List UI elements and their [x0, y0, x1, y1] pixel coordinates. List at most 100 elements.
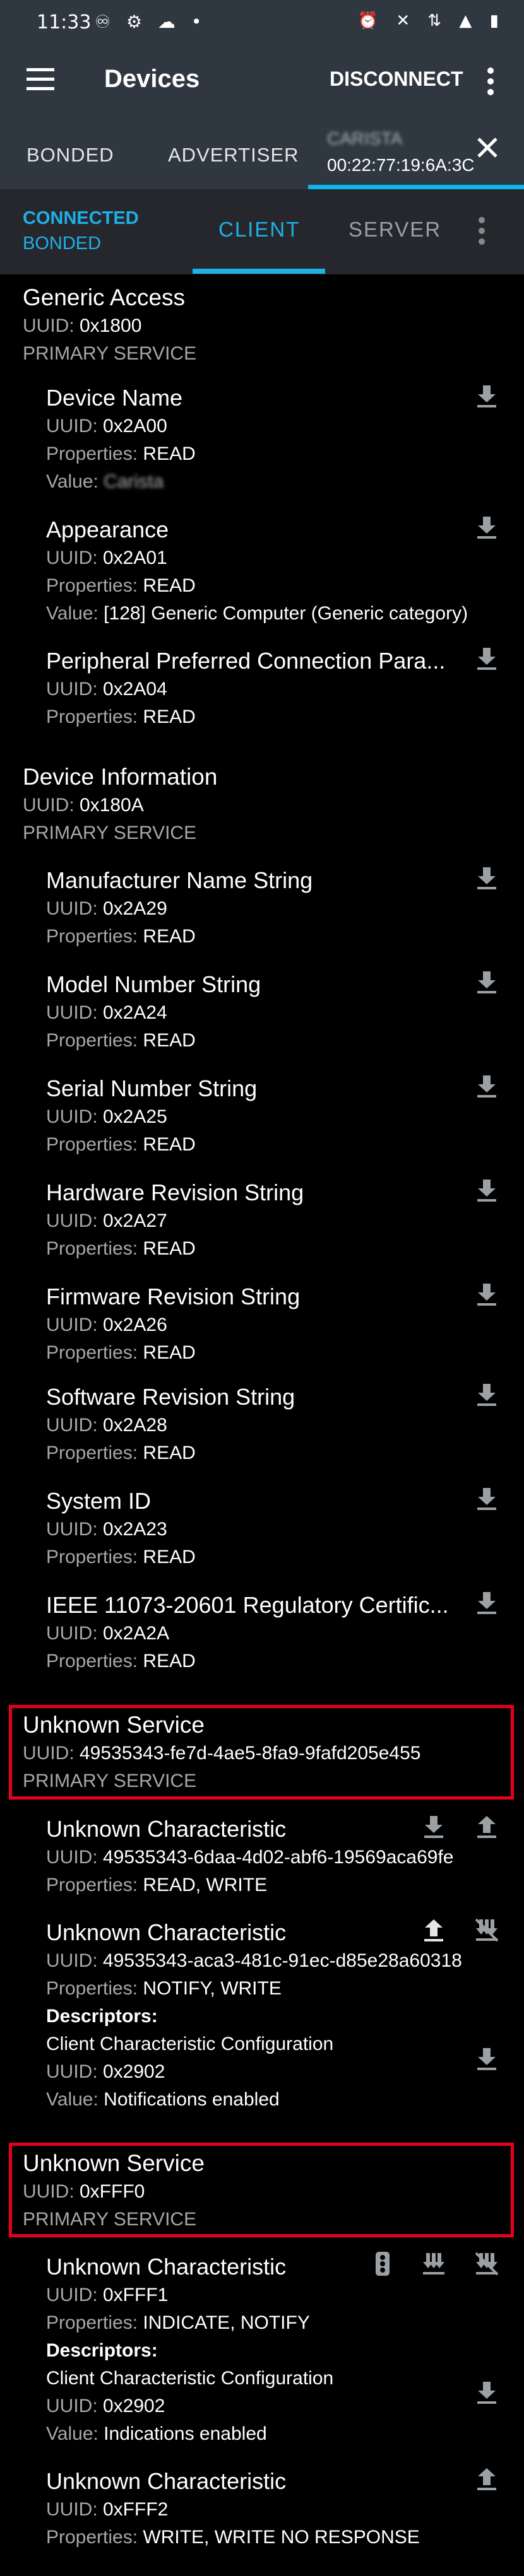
- descriptor-read-icon[interactable]: [472, 2378, 501, 2407]
- characteristic-ieee-regulatory[interactable]: IEEE 11073-20601 Regulatory Certific... …: [46, 1591, 501, 1675]
- read-download-icon[interactable]: [472, 864, 501, 893]
- read-download-icon[interactable]: [472, 1484, 501, 1513]
- characteristic-uuid: UUID: 0xFFF1: [46, 2285, 169, 2305]
- read-download-icon[interactable]: [472, 1176, 501, 1205]
- service-unknown-49535343[interactable]: Unknown Service UUID: 49535343-fe7d-4ae5…: [23, 1711, 420, 1795]
- descriptor-uuid: UUID: 0x2902: [46, 2061, 165, 2082]
- device-mac-label: 00:22:77:19:6A:3C: [327, 155, 475, 175]
- service-device-information[interactable]: Device Information UUID: 0x180A PRIMARY …: [23, 763, 217, 847]
- characteristic-properties: Properties: READ: [46, 443, 196, 464]
- subtab-overflow-icon[interactable]: [479, 217, 485, 249]
- read-download-icon[interactable]: [472, 382, 501, 411]
- descriptors-heading: Descriptors:: [46, 2006, 158, 2027]
- tab-connected-device[interactable]: CARISTA 00:22:77:19:6A:3C: [308, 122, 475, 183]
- read-download-icon[interactable]: [472, 1588, 501, 1617]
- tab-bonded[interactable]: BONDED: [27, 144, 114, 167]
- characteristic-properties: Properties: READ: [46, 1238, 196, 1259]
- system-status-icons: ⏰ ✕ ⇅ ▲ ▮: [357, 11, 505, 30]
- characteristic-firmware-revision[interactable]: Firmware Revision String UUID: 0x2A26 Pr…: [46, 1282, 501, 1367]
- characteristic-name: Hardware Revision String: [46, 1180, 304, 1205]
- service-uuid: UUID: 0xFFF0: [23, 2181, 145, 2202]
- read-download-icon[interactable]: [472, 1280, 501, 1309]
- characteristic-name: System ID: [46, 1488, 152, 1514]
- characteristic-name: Firmware Revision String: [46, 1284, 301, 1309]
- read-download-icon[interactable]: [472, 1380, 501, 1409]
- characteristic-uuid: UUID: 0x2A29: [46, 898, 167, 919]
- write-upload-icon[interactable]: [419, 1916, 448, 1945]
- service-type: PRIMARY SERVICE: [23, 2209, 197, 2230]
- service-uuid: UUID: 0x180A: [23, 795, 144, 816]
- characteristic-hardware-revision[interactable]: Hardware Revision String UUID: 0x2A27 Pr…: [46, 1178, 501, 1263]
- characteristic-properties: Properties: READ: [46, 1651, 196, 1671]
- overflow-menu-icon[interactable]: [487, 67, 494, 100]
- characteristic-name: Unknown Characteristic: [46, 2468, 287, 2494]
- close-icon[interactable]: [475, 135, 500, 160]
- service-type: PRIMARY SERVICE: [23, 343, 197, 364]
- device-tabs: BONDED ADVERTISER CARISTA 00:22:77:19:6A…: [0, 114, 524, 189]
- characteristic-unknown-fff2[interactable]: Unknown Characteristic UUID: 0xFFF2 Prop…: [46, 2467, 501, 2551]
- tab-indicator: [308, 185, 524, 189]
- characteristic-properties: Properties: READ, WRITE: [46, 1875, 268, 1895]
- subtab-indicator: [193, 269, 325, 274]
- descriptor-name: Client Characteristic Configuration: [46, 2034, 334, 2054]
- characteristic-uuid: UUID: 49535343-6daa-4d02-abf6-19569aca69…: [46, 1847, 454, 1868]
- characteristic-uuid: UUID: 0x2A23: [46, 1519, 167, 1540]
- disconnect-button[interactable]: DISCONNECT: [330, 67, 463, 91]
- characteristic-uuid: UUID: 0x2A00: [46, 416, 167, 436]
- write-upload-icon[interactable]: [472, 1812, 501, 1841]
- read-download-icon[interactable]: [472, 968, 501, 997]
- characteristic-manufacturer[interactable]: Manufacturer Name String UUID: 0x2A29 Pr…: [46, 866, 501, 951]
- characteristic-properties: Properties: READ: [46, 706, 196, 727]
- characteristic-uuid: UUID: 0x2A24: [46, 1002, 167, 1023]
- menu-icon[interactable]: [27, 68, 54, 92]
- service-uuid: UUID: 49535343-fe7d-4ae5-8fa9-9fafd205e4…: [23, 1743, 421, 1764]
- characteristic-value: Value: Carista: [46, 471, 164, 492]
- notifications-off-icon[interactable]: [472, 1916, 501, 1945]
- descriptor-read-icon[interactable]: [472, 2044, 501, 2073]
- characteristic-appearance[interactable]: Appearance UUID: 0x2A01 Properties: READ…: [46, 515, 501, 628]
- notify-download-icon[interactable]: [419, 2249, 448, 2278]
- characteristic-properties: Properties: READ: [46, 1134, 196, 1155]
- characteristic-properties: Properties: READ: [46, 1547, 196, 1567]
- service-name: Unknown Service: [23, 2150, 205, 2176]
- indicate-icon[interactable]: [368, 2249, 397, 2278]
- characteristic-properties: Properties: READ: [46, 1443, 196, 1463]
- read-download-icon[interactable]: [472, 1072, 501, 1101]
- read-download-icon[interactable]: [472, 513, 501, 542]
- page-title: Devices: [104, 65, 200, 93]
- service-type: PRIMARY SERVICE: [23, 1771, 197, 1791]
- characteristic-uuid: UUID: 0x2A04: [46, 679, 167, 700]
- characteristic-properties: Properties: INDICATE, NOTIFY: [46, 2312, 310, 2333]
- characteristic-serial-number[interactable]: Serial Number String UUID: 0x2A25 Proper…: [46, 1074, 501, 1159]
- tab-server[interactable]: SERVER: [348, 218, 441, 242]
- notifications-off-icon[interactable]: [472, 2249, 501, 2278]
- characteristic-name: Appearance: [46, 517, 169, 542]
- service-unknown-fff0[interactable]: Unknown Service UUID: 0xFFF0 PRIMARY SER…: [23, 2149, 205, 2234]
- service-name: Generic Access: [23, 284, 186, 310]
- tab-advertiser[interactable]: ADVERTISER: [168, 144, 299, 167]
- characteristic-uuid: UUID: 0x2A25: [46, 1106, 167, 1127]
- tab-client[interactable]: CLIENT: [218, 218, 300, 242]
- characteristic-uuid: UUID: 0xFFF2: [46, 2499, 169, 2520]
- write-upload-icon[interactable]: [472, 2464, 501, 2493]
- read-download-icon[interactable]: [419, 1812, 448, 1841]
- characteristic-value: Value: [128] Generic Computer (Generic c…: [46, 603, 468, 624]
- characteristic-system-id[interactable]: System ID UUID: 0x2A23 Properties: READ: [46, 1487, 501, 1571]
- app-bar: Devices DISCONNECT: [0, 47, 524, 114]
- characteristic-device-name[interactable]: Device Name UUID: 0x2A00 Properties: REA…: [46, 383, 501, 496]
- status-time: 11:33: [37, 11, 92, 33]
- characteristic-name: Peripheral Preferred Connection Para...: [46, 648, 446, 674]
- characteristic-properties: Properties: READ: [46, 1342, 196, 1363]
- characteristic-model-number[interactable]: Model Number String UUID: 0x2A24 Propert…: [46, 970, 501, 1055]
- characteristic-software-revision[interactable]: Software Revision String UUID: 0x2A28 Pr…: [46, 1383, 501, 1467]
- service-generic-access[interactable]: Generic Access UUID: 0x1800 PRIMARY SERV…: [23, 283, 196, 368]
- characteristic-unknown-fff1[interactable]: Unknown Characteristic UUID: 0xFFF1 Prop…: [46, 2252, 501, 2448]
- bond-status: BONDED: [23, 233, 102, 254]
- characteristic-unknown-aca3[interactable]: Unknown Characteristic UUID: 49535343-ac…: [46, 1918, 501, 2114]
- characteristic-name: Model Number String: [46, 971, 261, 997]
- characteristic-uuid: UUID: 0x2A01: [46, 547, 167, 568]
- characteristic-uuid: UUID: 49535343-aca3-481c-91ec-d85e28a603…: [46, 1950, 462, 1971]
- characteristic-peripheral-preferred[interactable]: Peripheral Preferred Connection Para... …: [46, 647, 501, 731]
- read-download-icon[interactable]: [472, 644, 501, 673]
- characteristic-properties: Properties: READ: [46, 1030, 196, 1051]
